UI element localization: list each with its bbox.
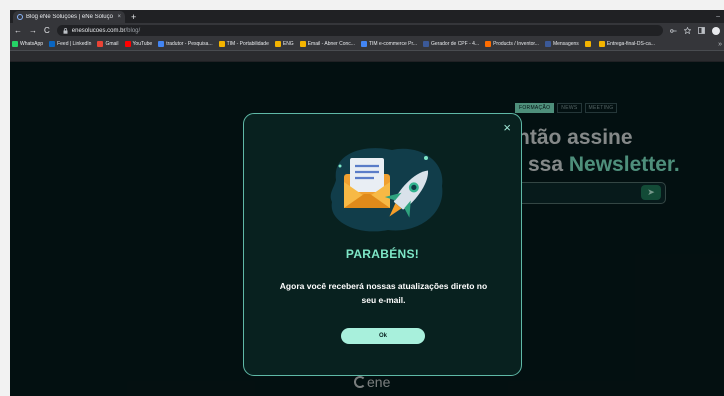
bookmark-label: Mensagens [552, 41, 579, 47]
bookmark-favicon-icon [274, 41, 281, 47]
modal-message: Agora você receberá nossas atualizações … [279, 281, 488, 305]
bookmark-item[interactable]: YouTube [124, 41, 153, 47]
bookmark-label: Gerador de CPF - 4... [431, 41, 480, 47]
tab-strip: Blog eNe Soluções | eNe Soluçõ × + – [10, 10, 724, 23]
profile-avatar[interactable] [712, 26, 720, 35]
bookmark-item[interactable]: Entrega-final-DS-ca... [598, 41, 655, 47]
bookmark-item[interactable]: Gerador de CPF - 4... [423, 41, 479, 47]
browser-window: Blog eNe Soluções | eNe Soluçõ × + – ← →… [10, 10, 724, 396]
back-icon[interactable]: ← [14, 26, 22, 35]
bookmark-label: TIM e-commerce Pr... [368, 41, 418, 47]
star-icon[interactable] [684, 27, 691, 34]
sparkle-dot [338, 164, 342, 168]
tab-title: Blog eNe Soluções | eNe Soluçõ [26, 14, 113, 20]
bookmark-item[interactable]: Email - Abner Conc... [299, 41, 355, 47]
bookmark-favicon-icon [299, 41, 306, 47]
address-bar: ← → C enesolucoes.com.br /blog/ [10, 23, 724, 38]
browser-tab[interactable]: Blog eNe Soluções | eNe Soluçõ × [13, 11, 125, 23]
key-icon[interactable] [670, 28, 677, 34]
tab-favicon-icon [17, 14, 23, 20]
bookmark-favicon-icon [584, 41, 591, 47]
bookmark-item[interactable]: TIM - Portabilidade [218, 41, 269, 47]
lock-icon [63, 27, 68, 34]
bookmark-item[interactable]: tradutor - Pesquisa... [158, 41, 213, 47]
bookmark-label: TIM - Portabilidade [226, 41, 269, 47]
bookmark-item[interactable]: Feed | LinkedIn [49, 41, 91, 47]
url-input[interactable]: enesolucoes.com.br /blog/ [56, 25, 663, 36]
new-tab-button[interactable]: + [131, 11, 136, 23]
sidebar-icon[interactable] [698, 27, 705, 34]
envelope-icon [344, 158, 390, 208]
bookmark-label: Gmail [105, 41, 119, 47]
bookmark-favicon-icon [598, 41, 605, 47]
modal-title: PARABÉNS! [345, 247, 420, 261]
bookmark-label: ENG [282, 41, 294, 47]
bookmark-favicon-icon [158, 41, 165, 47]
success-modal: × PARABÉNS! Agora você receberá nossas a… [243, 113, 522, 376]
bookmark-label: WhatsApp [20, 41, 44, 47]
bookmark-item[interactable]: Mensagens [544, 41, 579, 47]
bookmark-item[interactable]: WhatsApp [12, 41, 43, 47]
forward-icon[interactable]: → [29, 26, 37, 35]
bookmarks-overflow-icon[interactable]: » [718, 41, 722, 48]
bookmark-favicon-icon [544, 41, 551, 47]
url-host: enesolucoes.com.br [71, 27, 126, 34]
bookmark-item[interactable]: ENG [274, 41, 294, 47]
bookmark-label: Feed | LinkedIn [57, 41, 92, 47]
bookmark-favicon-icon [49, 41, 56, 47]
bookmarks-bar: WhatsApp Feed | LinkedIn Gmail YouTube tradu… [10, 38, 724, 51]
blog-page: FORMAÇÃO NEWS MEETING stou? Então assine… [10, 62, 724, 396]
bookmark-item[interactable]: TIM e-commerce Pr... [360, 41, 418, 47]
page-top-strip [10, 51, 724, 61]
bookmark-label: tradutor - Pesquisa... [166, 41, 213, 47]
sparkle-dot [424, 156, 428, 160]
url-path: /blog/ [125, 27, 141, 34]
bookmark-favicon-icon [12, 41, 18, 47]
bookmark-favicon-icon [423, 41, 430, 47]
bookmark-label: Email - Abner Conc... [307, 41, 355, 47]
tab-close-icon[interactable]: × [117, 14, 121, 20]
bookmark-item[interactable] [584, 41, 593, 47]
bookmark-favicon-icon [360, 41, 367, 47]
close-icon[interactable]: × [503, 121, 511, 134]
bookmark-favicon-icon [124, 41, 131, 47]
ok-button[interactable]: Ok [341, 328, 425, 344]
minimize-button[interactable]: – [716, 11, 724, 23]
bookmark-favicon-icon [485, 41, 492, 47]
bookmark-label: Products / Inventor... [493, 41, 539, 47]
bookmark-item[interactable]: Gmail [97, 41, 119, 47]
bookmark-favicon-icon [218, 41, 225, 47]
bookmark-label: YouTube [132, 41, 153, 47]
toolbar-icons [670, 26, 720, 35]
reload-icon[interactable]: C [44, 26, 50, 35]
bookmark-item[interactable]: Products / Inventor... [485, 41, 539, 47]
bookmark-favicon-icon [97, 41, 104, 47]
envelope-rocket-illustration [330, 148, 443, 232]
bookmark-label: Entrega-final-DS-ca... [606, 41, 655, 47]
